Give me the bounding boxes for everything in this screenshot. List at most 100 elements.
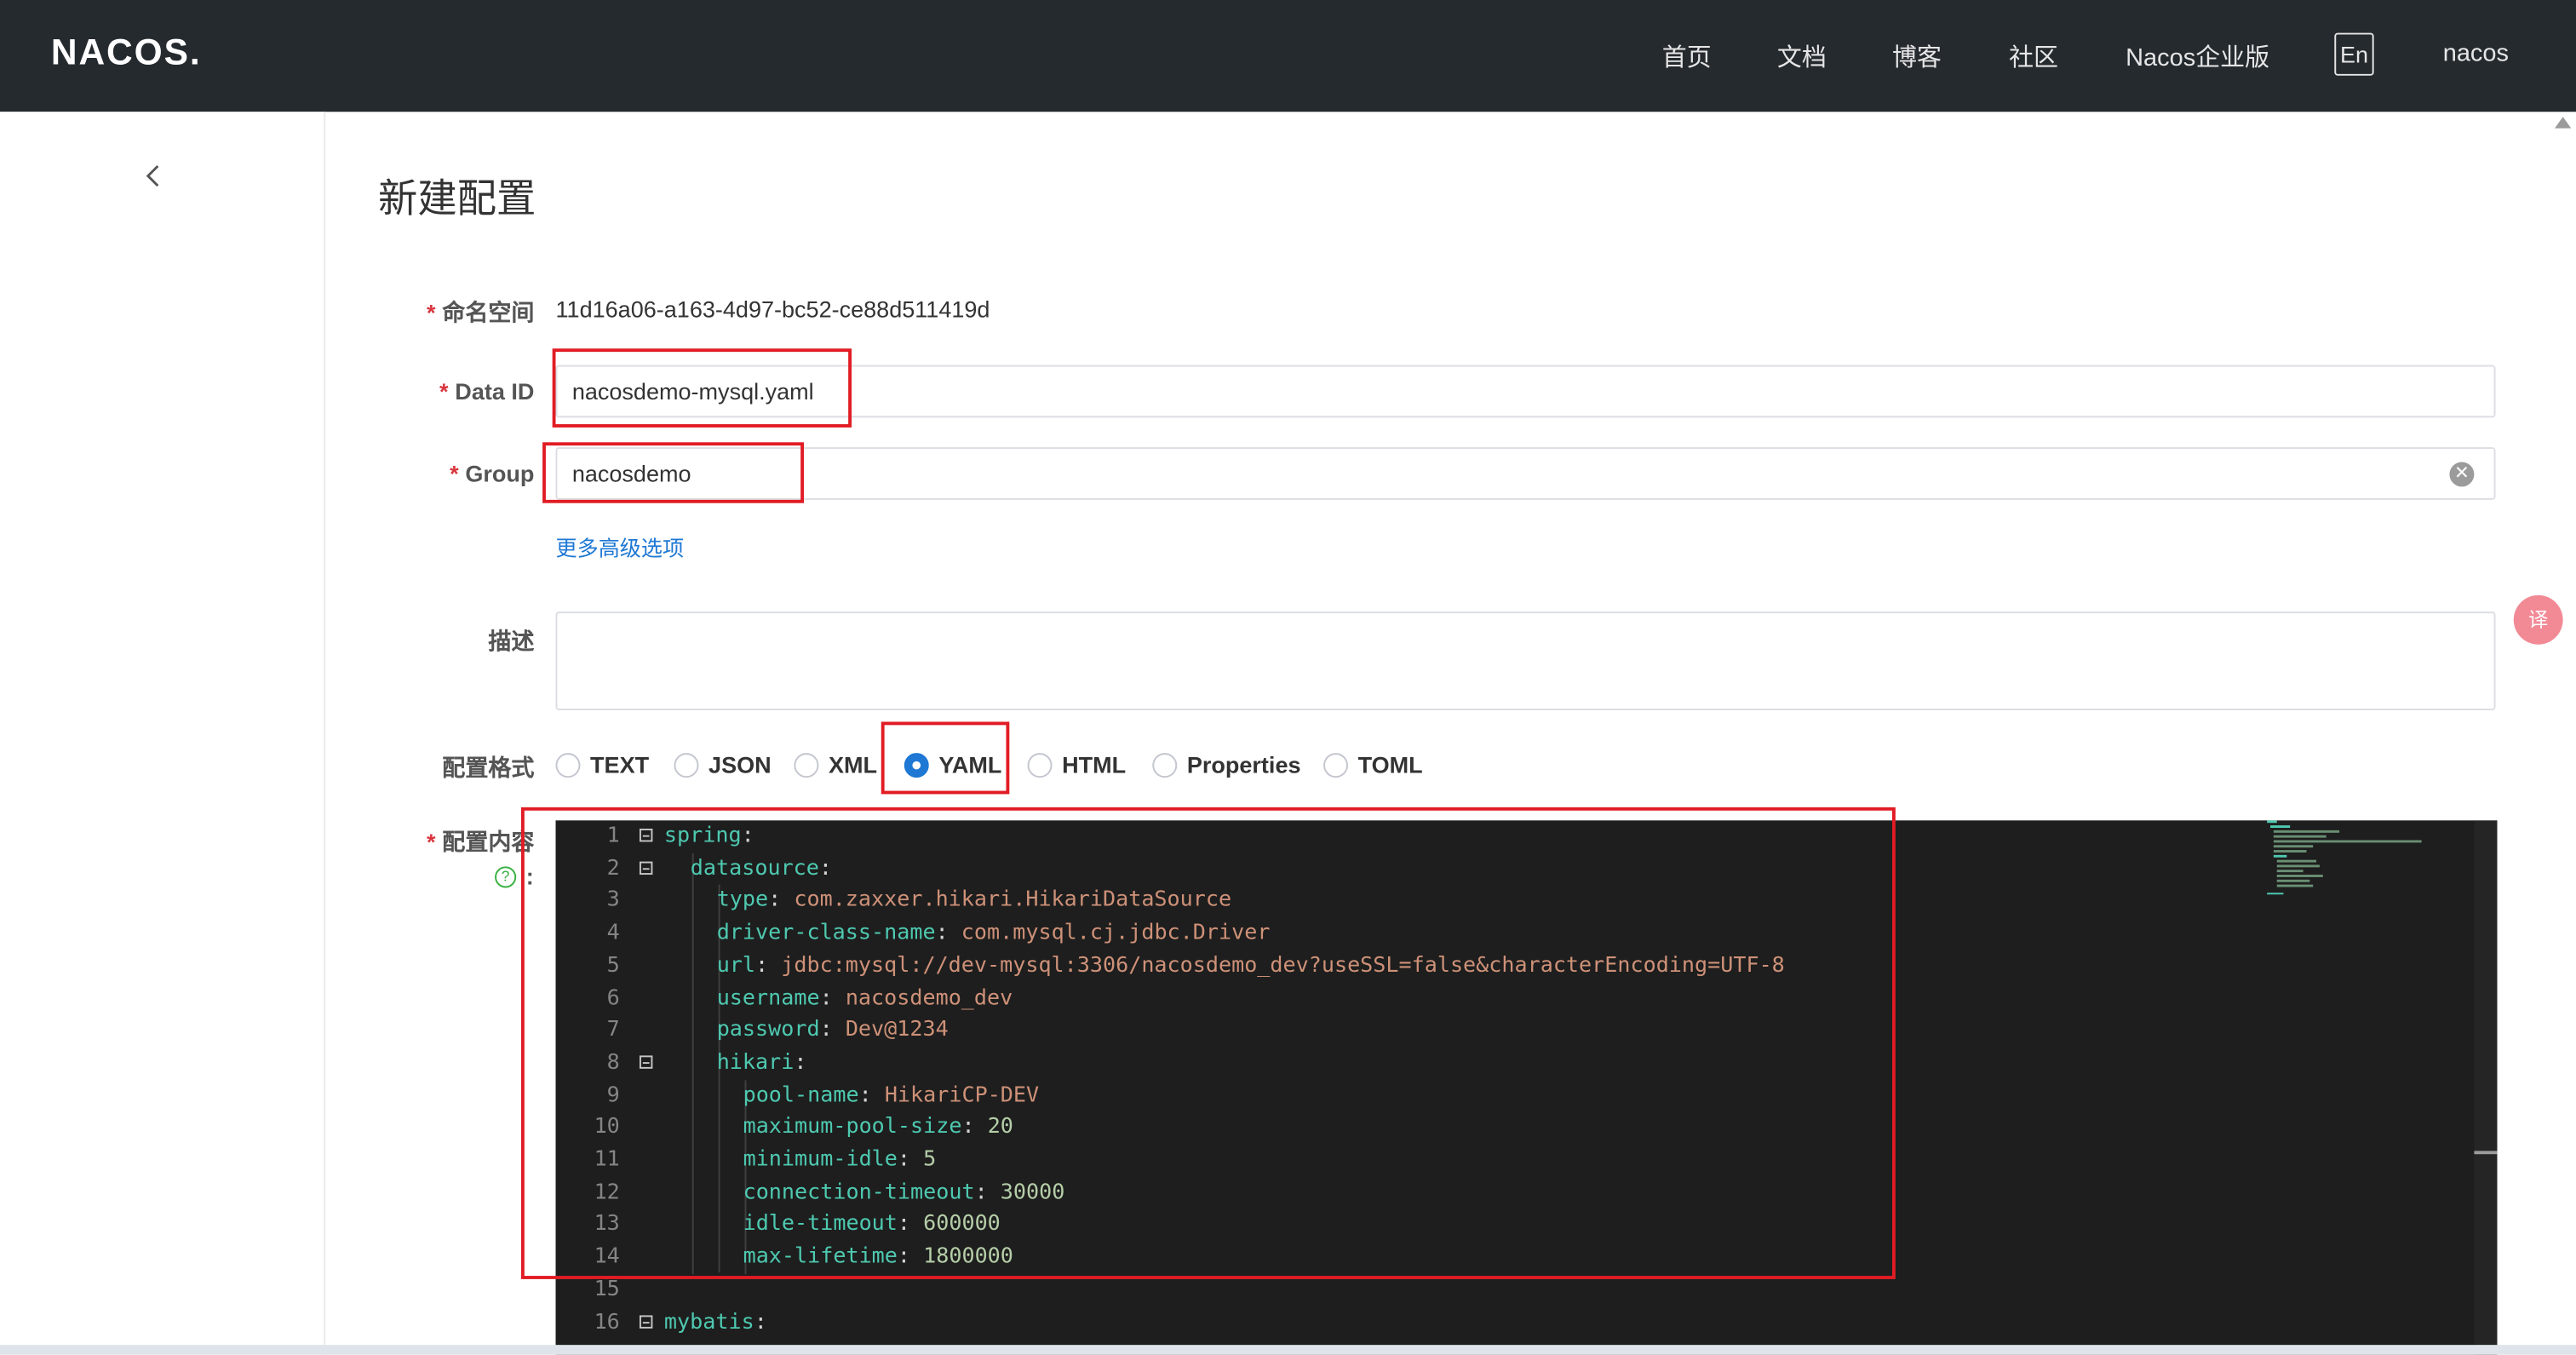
editor-line[interactable]: 13 idle-timeout: 600000 (556, 1209, 2463, 1242)
content-label-colon: : (525, 863, 534, 890)
yaml-key: maximum-pool-size (743, 1115, 962, 1140)
code-text: type: com.zaxxer.hikari.HikariDataSource (717, 885, 1231, 917)
editor-line[interactable]: 10 maximum-pool-size: 20 (556, 1112, 2463, 1145)
editor-line[interactable]: 12 connection-timeout: 30000 (556, 1177, 2463, 1209)
code-text: idle-timeout: 600000 (743, 1209, 1001, 1242)
radio-circle[interactable] (674, 752, 699, 778)
content-label: * 配置内容 (427, 825, 534, 858)
description-label: 描述 (488, 625, 534, 658)
editor-scrollbar[interactable] (2474, 820, 2498, 1355)
app-root: NACOS. 首页 文档 博客 社区 Nacos企业版 En nacos 新建配… (0, 0, 2576, 1355)
group-input[interactable]: nacosdemo ✕ (555, 447, 2496, 500)
nav-blog[interactable]: 博客 (1892, 39, 1942, 74)
yaml-separator: : (961, 1115, 988, 1140)
code-text: driver-class-name: com.mysql.cj.jdbc.Dri… (717, 917, 1271, 950)
editor-line[interactable]: 2 datasource: (556, 853, 2463, 885)
group-label: * Group (450, 461, 534, 487)
format-label-text: 配置格式 (442, 755, 535, 781)
radio-circle[interactable] (794, 752, 819, 778)
radio-label: YAML (938, 751, 1002, 778)
editor-line[interactable]: 9 pool-name: HikariCP-DEV (556, 1080, 2463, 1112)
yaml-key: connection-timeout (743, 1180, 975, 1205)
editor-line[interactable]: 11 minimum-idle: 5 (556, 1145, 2463, 1177)
clear-icon[interactable]: ✕ (2449, 462, 2475, 487)
fold-toggle-icon[interactable] (639, 1314, 653, 1328)
language-toggle-button[interactable]: En (2334, 32, 2374, 76)
format-radio-yaml[interactable]: YAML (904, 748, 1002, 781)
fold-toggle-icon[interactable] (639, 1055, 653, 1069)
radio-circle[interactable] (1152, 752, 1178, 778)
chevron-left-icon[interactable] (145, 163, 161, 189)
format-radio-toml[interactable]: TOML (1323, 748, 1423, 781)
line-number: 4 (606, 921, 620, 946)
bottom-strip (0, 1345, 2576, 1355)
radio-circle[interactable] (1027, 752, 1053, 778)
nav-home[interactable]: 首页 (1662, 39, 1712, 74)
yaml-value: 5 (923, 1147, 937, 1173)
radio-circle[interactable] (555, 752, 581, 778)
advanced-options-link[interactable]: 更多高级选项 (556, 531, 685, 563)
yaml-key: driver-class-name (716, 921, 936, 946)
format-radio-properties[interactable]: Properties (1152, 748, 1301, 781)
format-radio-json[interactable]: JSON (674, 748, 772, 781)
user-menu[interactable]: nacos (2443, 39, 2509, 67)
translate-icon[interactable]: 译 (2513, 594, 2563, 645)
fold-toggle-icon[interactable] (639, 828, 653, 842)
page-scroll-up-icon[interactable] (2554, 117, 2572, 129)
yaml-separator: : (819, 985, 846, 1011)
yaml-separator: : (935, 921, 961, 946)
nav-docs[interactable]: 文档 (1777, 39, 1827, 74)
editor-line[interactable]: 14 max-lifetime: 1800000 (556, 1242, 2463, 1274)
format-radio-html[interactable]: HTML (1027, 748, 1127, 781)
yaml-key: spring (663, 824, 742, 849)
code-text: max-lifetime: 1800000 (743, 1242, 1013, 1274)
yaml-key: mybatis (663, 1309, 754, 1335)
nav-enterprise[interactable]: Nacos企业版 (2126, 39, 2269, 74)
description-textarea[interactable] (555, 611, 2496, 710)
yaml-separator: : (819, 1018, 846, 1043)
radio-label: TOML (1357, 751, 1423, 778)
editor-line[interactable]: 15 (556, 1274, 2463, 1306)
dataid-label: * Data ID (439, 378, 534, 405)
content-label-text: 配置内容 (442, 828, 535, 855)
required-mark: * (439, 378, 449, 405)
line-number: 15 (594, 1277, 620, 1302)
yaml-separator: : (741, 824, 754, 849)
code-text: username: nacosdemo_dev (717, 982, 1013, 1014)
radio-circle-selected[interactable] (904, 752, 929, 778)
group-label-text: Group (465, 460, 535, 487)
editor-line[interactable]: 5 url: jdbc:mysql://dev-mysql:3306/nacosd… (556, 950, 2463, 982)
line-number: 5 (606, 953, 620, 979)
format-label: 配置格式 (442, 751, 534, 784)
nav-community[interactable]: 社区 (2009, 39, 2058, 74)
yaml-value: jdbc:mysql://dev-mysql:3306/nacosdemo_de… (781, 953, 1785, 979)
format-radio-xml[interactable]: XML (794, 748, 877, 781)
editor-scroll-marker (2474, 1151, 2498, 1155)
yaml-key: idle-timeout (743, 1212, 898, 1237)
nacos-logo[interactable]: NACOS. (51, 32, 202, 74)
line-number: 10 (594, 1115, 620, 1140)
editor-line[interactable]: 8 hikari: (556, 1048, 2463, 1080)
format-radio-text[interactable]: TEXT (555, 748, 649, 781)
code-text: connection-timeout: 30000 (743, 1177, 1065, 1209)
editor-line[interactable]: 6 username: nacosdemo_dev (556, 982, 2463, 1014)
editor-line[interactable]: 7 password: Dev@1234 (556, 1014, 2463, 1047)
radio-circle[interactable] (1323, 752, 1349, 778)
radio-label: HTML (1062, 751, 1127, 778)
yaml-separator: : (794, 1050, 807, 1076)
help-icon[interactable]: ? (495, 866, 517, 888)
line-number: 12 (594, 1180, 620, 1205)
top-navbar: NACOS. 首页 文档 博客 社区 Nacos企业版 En nacos (0, 0, 2576, 112)
yaml-separator: : (754, 1309, 767, 1335)
code-editor[interactable]: 1 spring: 2 datasource: 3 type: com.zaxxer.hi… (555, 820, 2498, 1355)
code-text: maximum-pool-size: 20 (743, 1112, 1013, 1145)
dataid-input[interactable]: nacosdemo-mysql.yaml (555, 365, 2496, 418)
editor-line[interactable]: 16 mybatis: (556, 1306, 2463, 1339)
editor-line[interactable]: 4 driver-class-name: com.mysql.cj.jdbc.Dr… (556, 917, 2463, 950)
radio-label: XML (828, 751, 878, 778)
dataid-label-text: Data ID (455, 378, 535, 405)
yaml-separator: : (768, 888, 795, 914)
editor-line[interactable]: 1 spring: (556, 820, 2463, 853)
fold-toggle-icon[interactable] (639, 860, 653, 875)
editor-line[interactable]: 3 type: com.zaxxer.hikari.HikariDataSourc… (556, 885, 2463, 917)
